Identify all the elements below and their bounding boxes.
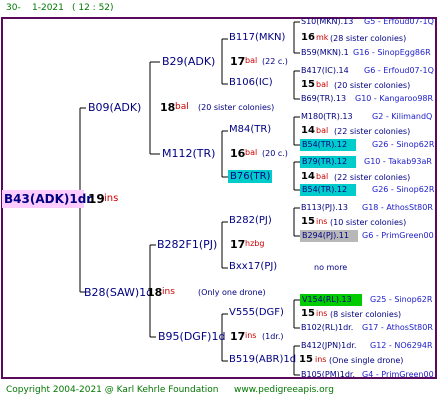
g4-2-row[interactable]: B59(MKN).1 (301, 49, 349, 57)
g2-c-suffix: hzbg (245, 239, 265, 248)
root-queen[interactable]: B43(ADK)1dr (4, 193, 92, 205)
footer-copyright: Copyright 2004-2021 @ Karl Kehrle Founda… (6, 385, 219, 395)
g4-5-row[interactable]: B69(TR).13 (301, 95, 346, 103)
footer-site-link[interactable]: www.pedigreeapis.org (234, 386, 334, 395)
g2-b-name[interactable]: M112(TR) (162, 148, 215, 159)
pedigree-page: 30- 1-2021 ( 12 : 52) B43(ADK)1dr 19 ins… (0, 0, 440, 400)
g4-3-tag: G6 - Erfoud07-1Q (364, 66, 434, 75)
g2-d-note: (1dr.) (262, 332, 284, 341)
g2-d-suffix: ins (245, 331, 257, 340)
g4-0-tag: G5 - Erfoud07-1Q (364, 17, 434, 26)
g4-16-suffix: ins (316, 309, 328, 318)
g1-upper-suffix: bal (175, 102, 189, 112)
g4-15-row[interactable]: V154(RL).13 (302, 296, 352, 304)
g4-19-tag: G4 - PrimGreen00 (362, 370, 434, 379)
g4-8-tag: G26 - Sinop62R (372, 140, 435, 149)
g4-4-count: 15 (301, 79, 315, 90)
g4-2-tag: G16 - SinopEgg86R (353, 48, 431, 57)
g4-9-row[interactable]: B79(TR).12 (302, 158, 347, 166)
g4-13-suffix: ins (316, 217, 328, 226)
g2-b-note: (20 c.) (262, 149, 288, 158)
g3-5-name[interactable]: Bxx17(PJ) (229, 262, 277, 272)
g4-4-note: (20 sister colonies) (334, 81, 411, 90)
g4-6-tag: G2 - KilimandQ (372, 112, 433, 121)
g4-1-suffix: mk (316, 33, 329, 42)
g3-7-count: 15 (299, 354, 313, 365)
g4-16-count: 15 (301, 308, 315, 319)
g2-d-count: 17 (230, 330, 246, 343)
g3-7-suffix: ins (315, 355, 327, 364)
g4-6-row[interactable]: M180(TR).13 (301, 113, 353, 121)
g4-14-row[interactable]: B294(PJ).11 (302, 232, 349, 240)
g2-a-suffix: bal (245, 56, 258, 65)
g4-1-count: 16 (301, 32, 315, 43)
g1-upper-name[interactable]: B09(ADK) (88, 102, 141, 113)
g4-13-note: (10 sister colonies) (330, 218, 407, 227)
g4-17-row[interactable]: B102(RL)1dr. (301, 324, 353, 332)
g4-10-count: 14 (301, 171, 315, 182)
g4-18-row[interactable]: B412(JPN)1dr. (301, 342, 356, 350)
g4-18-tag: G12 - NO6294R (370, 341, 433, 350)
g2-c-count: 17 (230, 238, 246, 251)
g1-upper-count: 18 (160, 101, 176, 114)
root-suffix: ins (104, 193, 119, 204)
g1-lower-suffix: ins (162, 287, 175, 297)
g4-0-row[interactable]: S10(MKN).13 (301, 18, 353, 26)
g4-15-tag: G25 - Sinop62R (370, 295, 433, 304)
g2-b-suffix: bal (245, 148, 258, 157)
g4-12-tag: G18 - AthosSt80R (362, 203, 433, 212)
g4-19-row[interactable]: B105(PM)1dr. (301, 371, 355, 379)
g4-4-suffix: bal (316, 80, 329, 89)
g2-a-count: 17 (230, 55, 246, 68)
g4-7-count: 14 (301, 125, 315, 136)
g4-7-suffix: bal (316, 126, 329, 135)
g3-5-note: no more (314, 263, 348, 272)
g4-3-row[interactable]: B417(IC).14 (301, 67, 349, 75)
g4-17-tag: G17 - AthosSt80R (362, 323, 433, 332)
g3-0-name[interactable]: B117(MKN) (229, 33, 285, 43)
g4-11-row[interactable]: B54(TR).12 (302, 186, 347, 194)
g4-16-note: (8 sister colonies) (330, 310, 402, 319)
root-count: 19 (88, 192, 105, 206)
g1-upper-note: (20 sister colonies) (198, 103, 275, 112)
g3-6-name[interactable]: V555(DGF) (229, 308, 284, 318)
g4-7-note: (22 sister colonies) (334, 127, 411, 136)
g2-a-name[interactable]: B29(ADK) (162, 56, 215, 67)
g3-3-name[interactable]: B76(TR) (230, 172, 270, 182)
g4-10-suffix: bal (316, 172, 329, 181)
g1-lower-note: (Only one drone) (198, 288, 266, 297)
g4-11-tag: G26 - Sinop62R (372, 185, 435, 194)
g4-9-tag: G10 - Takab93aR (364, 157, 432, 166)
g3-2-name[interactable]: M84(TR) (229, 125, 271, 135)
g3-7-name[interactable]: B519(ABR)1d (229, 355, 296, 365)
g4-13-count: 15 (301, 216, 315, 227)
g2-a-note: (22 c.) (262, 57, 288, 66)
g3-1-name[interactable]: B106(IC) (229, 78, 273, 88)
g4-5-tag: G10 - Kangaroo98R (355, 94, 434, 103)
g4-14-tag: G6 - PrimGreen00 (362, 231, 434, 240)
g1-lower-count: 18 (147, 286, 163, 299)
g4-8-row[interactable]: B54(TR).12 (302, 141, 347, 149)
g4-12-row[interactable]: B113(PJ).13 (301, 204, 348, 212)
g2-b-count: 16 (230, 147, 246, 160)
g3-7-note: (One single drone) (329, 356, 404, 365)
g4-1-note: (28 sister colonies) (330, 34, 407, 43)
g4-10-note: (22 sister colonies) (334, 173, 411, 182)
g3-4-name[interactable]: B282(PJ) (229, 216, 272, 226)
g2-c-name[interactable]: B282F1(PJ) (157, 239, 217, 250)
g2-d-name[interactable]: B95(DGF)1d (158, 331, 225, 342)
g1-lower-name[interactable]: B28(SAW)1d (84, 287, 153, 298)
